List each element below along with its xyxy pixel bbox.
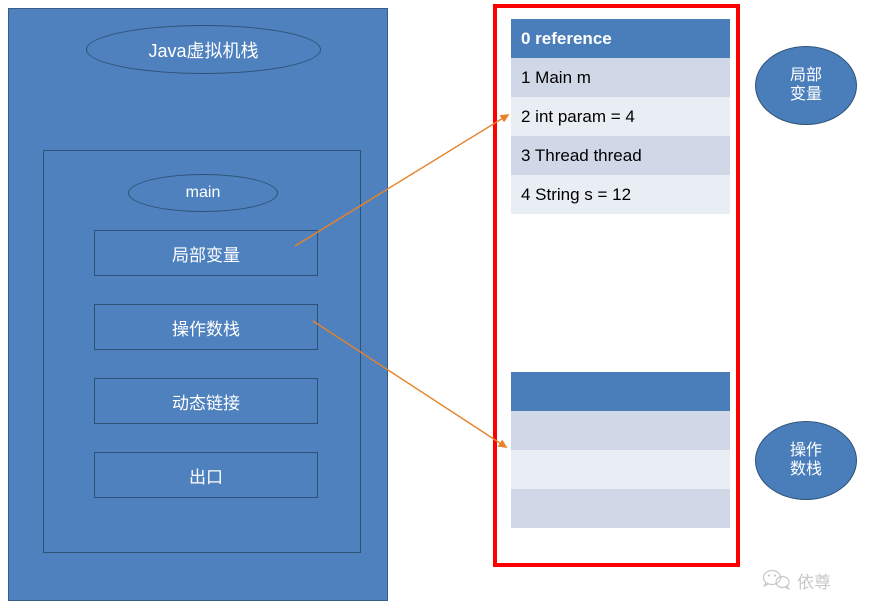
table-row-header: 0 reference [511,19,730,58]
frame-slot-local-variables-label: 局部变量 [172,245,240,265]
table-row: 4 String s = 12 [511,175,730,214]
diagram-canvas: Java虚拟机栈 main 局部变量 操作数栈 动态链接 出口 0 refere… [0,0,873,610]
main-frame-ellipse: main [128,174,278,212]
table-row-header [511,372,730,411]
callout-operand-stack-line1: 操作 [789,442,822,460]
frame-slot-exit: 出口 [94,452,318,498]
frame-slot-local-variables: 局部变量 [94,230,318,276]
frame-slot-dynamic-linking-label: 动态链接 [172,393,240,413]
local-variables-table: 0 reference 1 Main m 2 int param = 4 3 T… [511,19,730,214]
frame-slot-operand-stack-label: 操作数栈 [172,319,240,339]
callout-operand-stack: 操作 数栈 [755,421,857,500]
callout-local-variables: 局部 变量 [755,46,857,125]
jvm-stack-title-label: Java虚拟机栈 [148,40,259,61]
highlighted-detail-box: 0 reference 1 Main m 2 int param = 4 3 T… [493,4,740,567]
frame-slot-exit-label: 出口 [189,467,223,487]
watermark: 依尊 [762,563,866,597]
frame-slot-operand-stack: 操作数栈 [94,304,318,350]
stack-frame-box: main 局部变量 操作数栈 动态链接 出口 [43,150,361,553]
table-row [511,489,730,528]
table-row [511,411,730,450]
table-row: 3 Thread thread [511,136,730,175]
jvm-stack-panel: Java虚拟机栈 main 局部变量 操作数栈 动态链接 出口 [8,8,388,601]
frame-slot-dynamic-linking: 动态链接 [94,378,318,424]
callout-local-variables-line2: 变量 [789,85,822,103]
jvm-stack-title-ellipse: Java虚拟机栈 [86,25,321,74]
callout-local-variables-line1: 局部 [789,67,822,85]
callout-operand-stack-line2: 数栈 [789,460,822,478]
wechat-icon [762,569,790,590]
table-row: 2 int param = 4 [511,97,730,136]
main-frame-label: main [185,184,221,201]
operand-stack-table [511,372,730,528]
table-row: 1 Main m [511,58,730,97]
watermark-label: 依尊 [797,572,831,593]
table-row [511,450,730,489]
